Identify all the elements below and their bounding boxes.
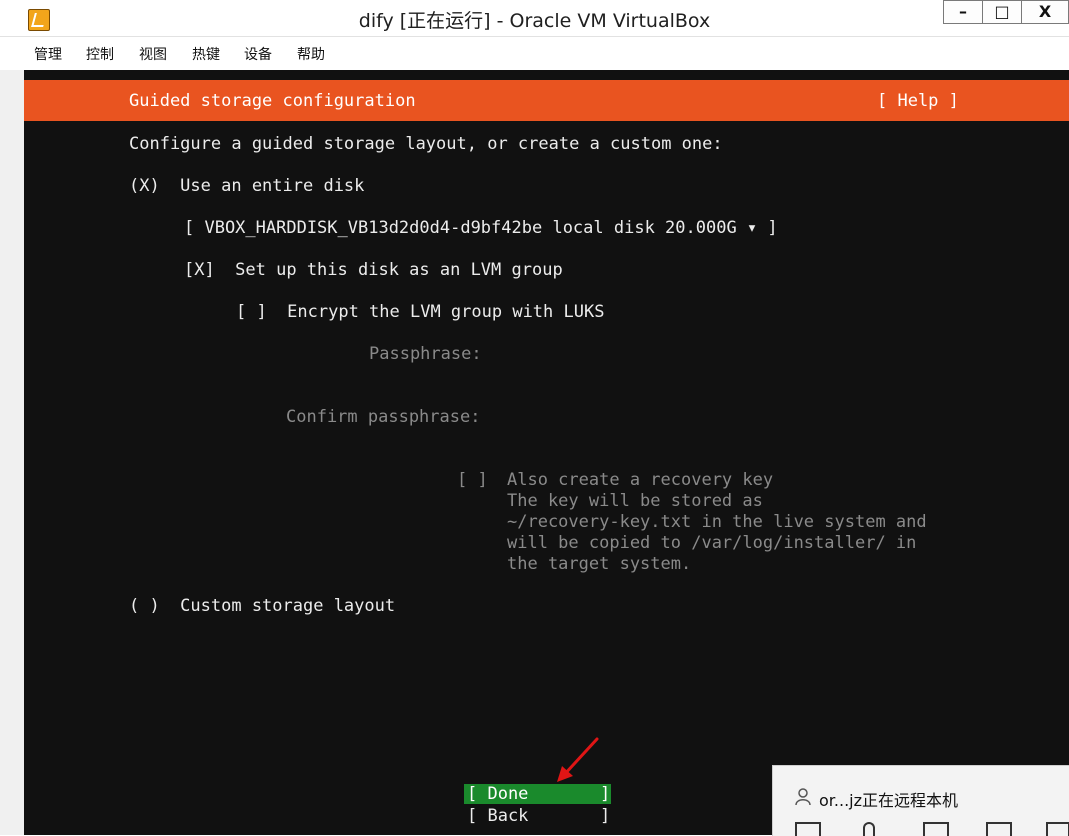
intro-text: Configure a guided storage layout, or cr… (129, 134, 723, 154)
confirm-passphrase-input[interactable] (496, 405, 916, 427)
remote-session-panel: or...jz正在远程本机 (772, 765, 1069, 836)
help-button[interactable]: [ Help ] (877, 91, 959, 111)
checkbox-lvm[interactable]: [X] Set up this disk as an LVM group (184, 260, 563, 280)
passphrase-input[interactable] (496, 342, 916, 364)
red-arrow-icon (557, 737, 599, 782)
menu-manage[interactable]: 管理 (34, 44, 62, 64)
keyboard-icon[interactable] (795, 822, 821, 836)
vm-display[interactable]: Guided storage configuration [ Help ] Co… (24, 70, 1069, 835)
user-icon (795, 788, 811, 806)
recovery-line: Also create a recovery key (507, 470, 774, 490)
background-window-strip (0, 70, 25, 835)
menu-view[interactable]: 视图 (139, 44, 167, 64)
menubar: 管理 控制 视图 热键 设备 帮助 (24, 37, 1069, 67)
minimize-icon: – (959, 2, 967, 21)
microphone-icon[interactable] (863, 822, 875, 836)
minimize-button[interactable]: – (943, 0, 983, 24)
disk-selector[interactable]: [ VBOX_HARDDISK_VB13d2d0d4-d9bf42be loca… (184, 218, 778, 238)
checkbox-encrypt-luks[interactable]: [ ] Encrypt the LVM group with LUKS (236, 302, 604, 322)
menu-devices[interactable]: 设备 (244, 44, 272, 64)
window-title: dify [正在运行] - Oracle VM VirtualBox (358, 10, 711, 32)
menu-control[interactable]: 控制 (86, 44, 114, 64)
recovery-line: will be copied to /var/log/installer/ in (507, 533, 917, 553)
radio-entire-disk[interactable]: (X) Use an entire disk (129, 176, 364, 196)
close-icon: X (1038, 2, 1052, 21)
done-button[interactable]: [ Done ] (464, 784, 611, 804)
confirm-passphrase-label: Confirm passphrase: (286, 407, 481, 427)
back-button[interactable]: [ Back ] (464, 806, 611, 826)
folder-icon[interactable] (1046, 822, 1069, 836)
recovery-line: The key will be stored as (507, 491, 763, 511)
menu-help[interactable]: 帮助 (297, 44, 325, 64)
checkbox-recovery-key[interactable]: [ ] (457, 470, 488, 490)
recovery-line: the target system. (507, 554, 692, 574)
restore-icon: □ (994, 2, 1010, 21)
installer-header: Guided storage configuration [ Help ] (24, 80, 1069, 121)
page-title: Guided storage configuration (129, 91, 416, 111)
remote-session-text: or...jz正在远程本机 (819, 791, 959, 810)
window-titlebar: dify [正在运行] - Oracle VM VirtualBox – □ X (0, 0, 1069, 37)
menu-hotkeys[interactable]: 热键 (192, 44, 220, 64)
text-icon[interactable] (986, 822, 1012, 836)
restore-button[interactable]: □ (982, 0, 1022, 24)
close-button[interactable]: X (1021, 0, 1069, 24)
recovery-line: ~/recovery-key.txt in the live system an… (507, 512, 927, 532)
passphrase-label: Passphrase: (369, 344, 482, 364)
radio-custom-layout[interactable]: ( ) Custom storage layout (129, 596, 395, 616)
input-icon[interactable] (923, 822, 949, 836)
